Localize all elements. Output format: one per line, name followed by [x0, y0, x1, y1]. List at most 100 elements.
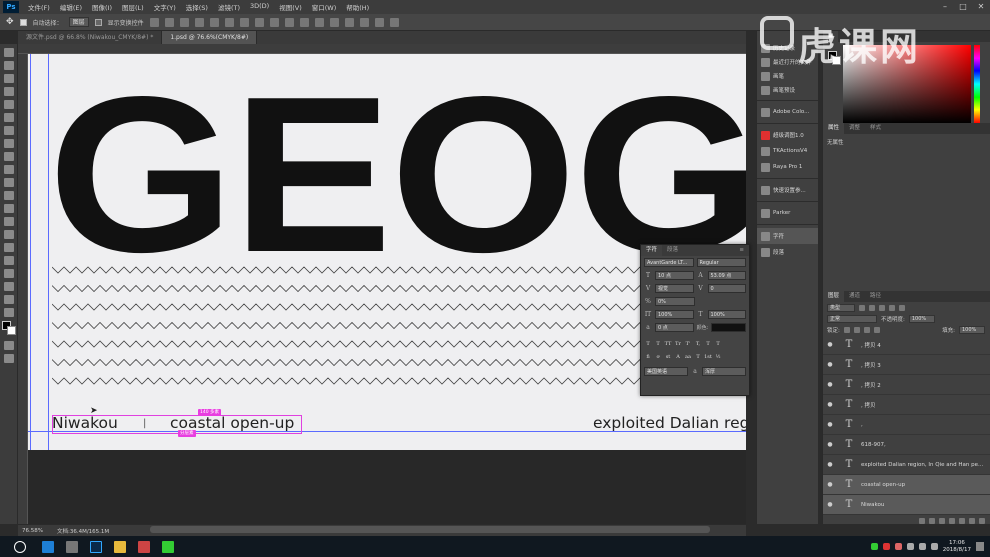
vertical-scale-field[interactable]: 100%	[655, 310, 694, 319]
tracking-field[interactable]: 0	[707, 284, 746, 293]
maximize-icon[interactable]: □	[954, 0, 972, 14]
font-size-field[interactable]: 10 点	[655, 271, 694, 280]
move-tool-icon[interactable]	[3, 48, 14, 57]
antialias-dropdown[interactable]: 浑厚	[702, 367, 746, 376]
panel-item-8[interactable]: 快速设置参...	[757, 182, 818, 198]
minimize-icon[interactable]: –	[936, 0, 954, 14]
path-select-tool-icon[interactable]	[3, 256, 14, 265]
tab-paragraph[interactable]: 段落	[662, 245, 683, 256]
menu-item-7[interactable]: 3D(D)	[245, 2, 274, 12]
3d-rotate-icon[interactable]	[344, 17, 354, 27]
font-family-dropdown[interactable]: AvantGarde LT...	[644, 258, 694, 267]
photoshop-taskbar-icon[interactable]	[90, 540, 102, 553]
tray-red-icon[interactable]	[882, 543, 890, 550]
show-transform-checkbox[interactable]	[94, 18, 102, 26]
tab-source-file[interactable]: 源文件.psd @ 66.8% (Niwakou_CMYK/8#) *	[18, 31, 163, 44]
layer-row[interactable]: ● T , 拷贝 3	[823, 355, 990, 375]
panel-item-7[interactable]: Raya Pro 1	[757, 159, 818, 175]
layer-row[interactable]: ● T , 拷贝 2	[823, 375, 990, 395]
visibility-eye-icon[interactable]: ●	[823, 501, 837, 508]
language-dropdown[interactable]: 美国英语	[644, 367, 688, 376]
color-swatches[interactable]	[2, 321, 16, 337]
menu-item-5[interactable]: 选择(S)	[181, 2, 213, 12]
type-style-button-5[interactable]: T,	[694, 340, 702, 348]
filter-shape-icon[interactable]	[889, 304, 895, 311]
menu-item-1[interactable]: 编辑(E)	[55, 2, 87, 12]
align-top-icon[interactable]	[149, 17, 159, 27]
zoom-tool-icon[interactable]	[3, 295, 14, 304]
swash-icon[interactable]: ơ	[654, 353, 662, 361]
visibility-eye-icon[interactable]: ●	[823, 481, 837, 488]
dodge-tool-icon[interactable]	[3, 217, 14, 226]
3d-pan-icon[interactable]	[359, 17, 369, 27]
healing-tool-icon[interactable]	[3, 126, 14, 135]
start-icon[interactable]	[14, 540, 26, 553]
layer-filter-dropdown[interactable]: 类型	[827, 303, 855, 312]
type-style-button-7[interactable]: T	[714, 340, 722, 348]
lock-pixels-icon[interactable]	[843, 326, 850, 333]
superscript-st-icon[interactable]: 1st	[704, 353, 712, 361]
align-right-icon[interactable]	[224, 17, 234, 27]
fill-field[interactable]: 100%	[959, 325, 985, 334]
titling-icon[interactable]: aa	[684, 353, 692, 361]
layer-row[interactable]: ● T , 拷贝 4	[823, 335, 990, 355]
panel-item-9[interactable]: Parker	[757, 205, 818, 221]
move-tool-icon[interactable]: ✥	[6, 17, 14, 27]
notification-icon[interactable]	[976, 542, 984, 551]
3d-mode-icon[interactable]	[329, 17, 339, 27]
menu-item-4[interactable]: 文字(Y)	[149, 2, 181, 12]
new-group-icon[interactable]	[959, 517, 965, 524]
scale-field[interactable]: 0%	[655, 297, 695, 306]
layer-row[interactable]: ● Texploited Dalian region, In Qie and Ha…	[823, 455, 990, 475]
panel-menu-icon[interactable]: ≡	[734, 245, 749, 256]
visibility-eye-icon[interactable]: ●	[823, 361, 837, 368]
menu-item-3[interactable]: 图层(L)	[117, 2, 149, 12]
edge-icon[interactable]	[42, 540, 54, 553]
panel-item-6[interactable]: TKActionsV4	[757, 143, 818, 159]
layer-row[interactable]: ● T,	[823, 415, 990, 435]
tray-app-icon[interactable]	[894, 543, 902, 550]
panel-item-2[interactable]: 画笔	[757, 69, 818, 83]
blur-tool-icon[interactable]	[3, 204, 14, 213]
lasso-tool-icon[interactable]	[3, 74, 14, 83]
history-brush-tool-icon[interactable]	[3, 165, 14, 174]
horizontal-scale-field[interactable]: 100%	[707, 310, 746, 319]
clock[interactable]: 17:06 2018/8/17	[943, 540, 971, 554]
crop-tool-icon[interactable]	[3, 100, 14, 109]
leading-field[interactable]: 53.09 点	[707, 271, 746, 280]
pen-tool-icon[interactable]	[3, 230, 14, 239]
type-style-button-4[interactable]: T'	[684, 340, 692, 348]
media-icon[interactable]	[162, 540, 174, 553]
properties-tab-1[interactable]: 调整	[844, 123, 865, 134]
tab-character[interactable]: 字符	[641, 245, 663, 256]
layer-row[interactable]: ● T Niwakou	[823, 495, 990, 515]
visibility-eye-icon[interactable]: ●	[823, 421, 837, 428]
properties-tab-0[interactable]: 属性	[823, 123, 845, 134]
text-color-swatch[interactable]	[711, 323, 746, 332]
font-style-dropdown[interactable]: Regular	[696, 258, 746, 267]
quick-mask-icon[interactable]	[3, 341, 14, 350]
panel-item-11[interactable]: 段落	[757, 244, 818, 260]
visibility-eye-icon[interactable]: ●	[823, 341, 837, 348]
stylistic-alt-icon[interactable]: st	[664, 353, 672, 361]
folder-icon[interactable]	[114, 540, 126, 553]
ordinal-icon[interactable]: A	[674, 353, 682, 361]
lock-image-icon[interactable]	[853, 326, 860, 333]
fraction-icon[interactable]: T	[694, 353, 702, 361]
distribute-top-icon[interactable]	[239, 17, 249, 27]
panel-item-3[interactable]: 画笔预设	[757, 83, 818, 97]
calculator-icon[interactable]	[66, 540, 78, 553]
filter-type-icon[interactable]	[879, 304, 885, 311]
menu-item-8[interactable]: 视图(V)	[274, 2, 307, 12]
distribute-vcenter-icon[interactable]	[254, 17, 264, 27]
type-style-button-3[interactable]: Tr	[674, 340, 682, 348]
screen-mode-icon[interactable]	[3, 354, 14, 363]
marquee-tool-icon[interactable]	[3, 61, 14, 70]
app-icon[interactable]	[138, 540, 150, 553]
layer-row[interactable]: ● T 618-907,	[823, 435, 990, 455]
panel-item-5[interactable]: 超级调图1.0	[757, 127, 818, 143]
volume-icon[interactable]	[918, 543, 926, 550]
eyedropper-tool-icon[interactable]	[3, 113, 14, 122]
half-icon[interactable]: ½	[714, 353, 722, 361]
menu-item-6[interactable]: 滤镜(T)	[213, 2, 245, 12]
